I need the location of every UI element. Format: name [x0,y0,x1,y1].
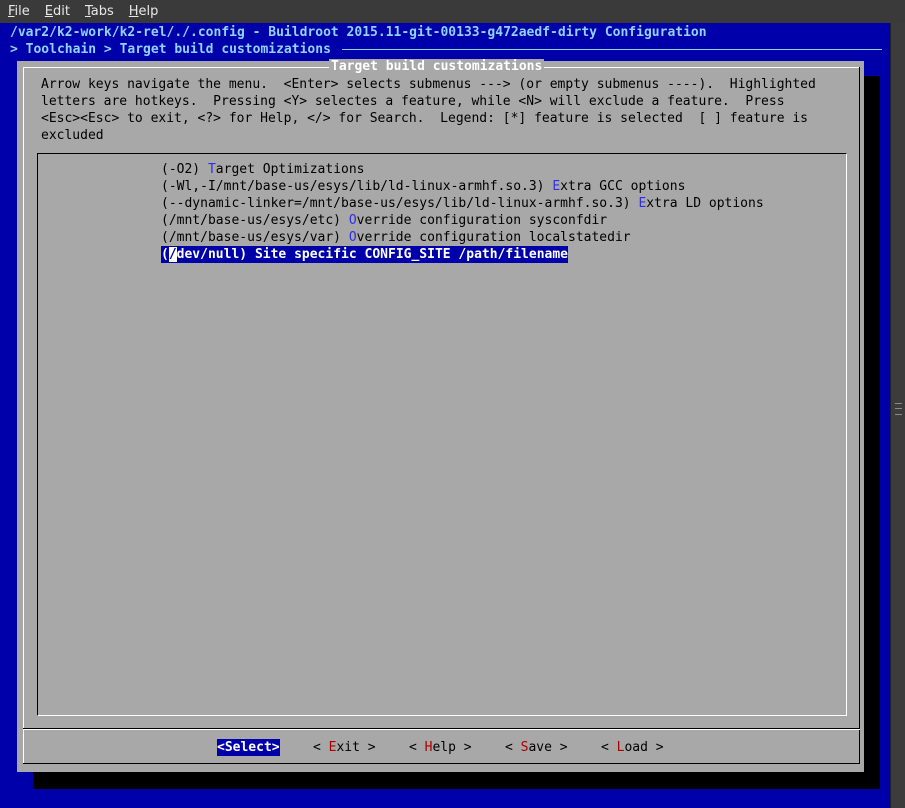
breadcrumb: > Toolchain > Target build customization… [10,42,331,57]
menu-item-config-site[interactable]: (/dev/null) Site specific CONFIG_SITE /p… [161,246,569,263]
menu-tabs[interactable]: Tabs [77,0,121,23]
menu-item-target-optimizations[interactable]: (-O2) Target Optimizations [161,161,365,178]
breadcrumb-rule [342,49,882,50]
dialog-title: Target build customizations [329,59,545,74]
button-separator [23,729,860,730]
help-line: letters are hotkeys. Pressing <Y> select… [41,94,785,109]
help-button[interactable]: < Help > [409,739,472,756]
select-button[interactable]: <Select> [217,739,280,756]
selected-item-value: (/dev/null) [161,247,255,262]
help-line: Arrow keys navigate the menu. <Enter> se… [41,77,816,92]
terminal-scrollbar[interactable] [890,23,905,808]
scrollbar-grip-icon[interactable] [895,403,902,415]
cursor-block: / [168,247,177,262]
dialog-border [23,67,24,764]
load-button[interactable]: < Load > [601,739,664,756]
menu-item-extra-gcc-options[interactable]: (-Wl,-I/mnt/base-us/esys/lib/ld-linux-ar… [161,178,685,195]
dialog-border [23,763,860,764]
menu-bar: File Edit Tabs Help [0,0,905,23]
help-line: excluded [41,128,104,143]
menu-item-extra-ld-options[interactable]: (--dynamic-linker=/mnt/base-us/esys/lib/… [161,195,764,212]
help-line: <Esc><Esc> to exit, <?> for Help, </> fo… [41,111,809,126]
menu-item-sysconfdir[interactable]: (/mnt/base-us/esys/etc) Override configu… [161,212,607,229]
help-text: Arrow keys navigate the menu. <Enter> se… [41,76,841,144]
menu-item-localstatedir[interactable]: (/mnt/base-us/esys/var) Override configu… [161,229,631,246]
menuconfig-dialog: Target build customizations Arrow keys n… [17,59,864,772]
config-title-line: /var2/k2-work/k2-rel/./.config - Buildro… [10,25,707,40]
menu-help[interactable]: Help [121,0,166,23]
save-button[interactable]: < Save > [505,739,568,756]
menu-list: (-O2) Target Optimizations (-Wl,-I/mnt/b… [37,153,847,716]
menu-file[interactable]: File [0,0,37,23]
menu-edit[interactable]: Edit [37,0,77,23]
dialog-border [859,67,860,764]
button-row: <Select> < Exit > < Help > < Save > < Lo… [17,739,864,757]
exit-button[interactable]: < Exit > [313,739,376,756]
